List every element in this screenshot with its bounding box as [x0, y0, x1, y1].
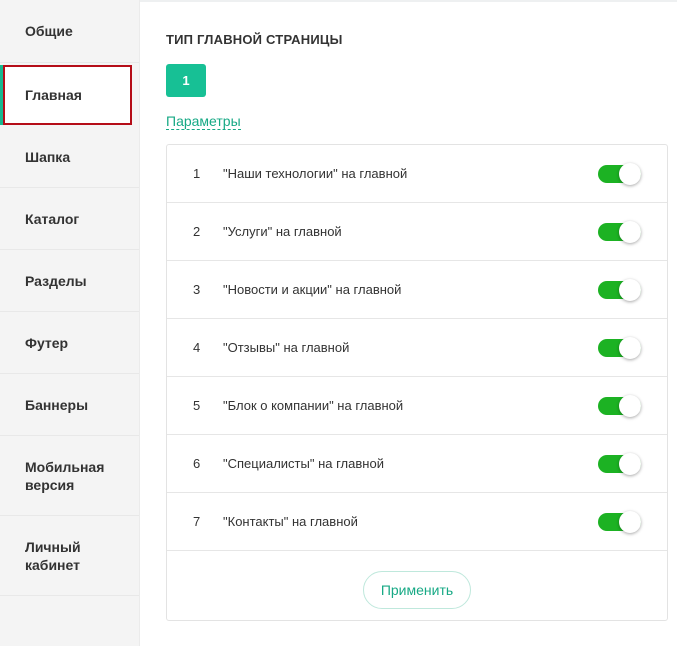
sidebar-item-label: Каталог	[25, 210, 80, 227]
toggle-knob	[619, 452, 641, 475]
toggle-switch[interactable]	[598, 510, 641, 533]
sidebar-item-mobile[interactable]: Мобильная версия	[0, 436, 139, 516]
sidebar-item-account[interactable]: Личный кабинет	[0, 516, 139, 596]
row-number: 2	[193, 224, 201, 239]
row-number: 4	[193, 340, 201, 355]
sidebar-item-sections[interactable]: Разделы	[0, 250, 139, 312]
list-item: 7 "Контакты" на главной	[167, 493, 667, 551]
sidebar-item-main[interactable]: Главная	[3, 65, 132, 125]
toggle-knob	[619, 336, 641, 359]
sidebar-item-catalog[interactable]: Каталог	[0, 188, 139, 250]
list-item: 6 "Специалисты" на главной	[167, 435, 667, 493]
list-item: 5 "Блок о компании" на главной	[167, 377, 667, 435]
row-label: "Наши технологии" на главной	[223, 166, 408, 181]
section-title: ТИП ГЛАВНОЙ СТРАНИЦЫ	[166, 32, 343, 47]
toggle-knob	[619, 278, 641, 301]
sidebar-item-general[interactable]: Общие	[0, 0, 139, 63]
toggle-switch[interactable]	[598, 220, 641, 243]
toggle-switch[interactable]	[598, 162, 641, 185]
sidebar-item-label: Личный кабинет	[25, 538, 81, 573]
toggle-switch[interactable]	[598, 278, 641, 301]
top-divider	[140, 0, 677, 2]
sidebar-item-label: Разделы	[25, 272, 87, 289]
sidebar-item-label: Главная	[25, 87, 82, 103]
sidebar-item-label: Баннеры	[25, 396, 89, 413]
row-label: "Контакты" на главной	[223, 514, 358, 529]
list-item: 3 "Новости и акции" на главной	[167, 261, 667, 319]
list-item: 1 "Наши технологии" на главной	[167, 145, 667, 203]
sidebar-item-banners[interactable]: Баннеры	[0, 374, 139, 436]
apply-button[interactable]: Применить	[363, 571, 471, 609]
params-panel: 1 "Наши технологии" на главной 2 "Услуги…	[166, 144, 668, 621]
row-label: "Услуги" на главной	[223, 224, 342, 239]
settings-sidebar: Общие Главная Шапка Каталог Разделы Футе…	[0, 0, 140, 646]
sidebar-item-label: Общие	[25, 23, 73, 39]
sidebar-item-footer[interactable]: Футер	[0, 312, 139, 374]
row-number: 7	[193, 514, 201, 529]
row-label: "Отзывы" на главной	[223, 340, 350, 355]
row-number: 5	[193, 398, 201, 413]
toggle-switch[interactable]	[598, 336, 641, 359]
row-number: 6	[193, 456, 201, 471]
toggle-knob	[619, 510, 641, 533]
sidebar-item-label: Мобильная версия	[25, 458, 105, 493]
sidebar-item-label: Шапка	[25, 148, 71, 165]
row-number: 1	[193, 166, 201, 181]
params-link[interactable]: Параметры	[166, 113, 241, 130]
toggle-knob	[619, 394, 641, 417]
row-label: "Блок о компании" на главной	[223, 398, 404, 413]
sidebar-item-header[interactable]: Шапка	[0, 126, 139, 188]
row-number: 3	[193, 282, 201, 297]
toggle-switch[interactable]	[598, 452, 641, 475]
sidebar-item-label: Футер	[25, 334, 69, 351]
row-label: "Специалисты" на главной	[223, 456, 384, 471]
home-type-button[interactable]: 1	[166, 64, 206, 97]
list-item: 4 "Отзывы" на главной	[167, 319, 667, 377]
list-item: 2 "Услуги" на главной	[167, 203, 667, 261]
toggle-switch[interactable]	[598, 394, 641, 417]
toggle-knob	[619, 162, 641, 185]
row-label: "Новости и акции" на главной	[223, 282, 402, 297]
toggle-knob	[619, 220, 641, 243]
